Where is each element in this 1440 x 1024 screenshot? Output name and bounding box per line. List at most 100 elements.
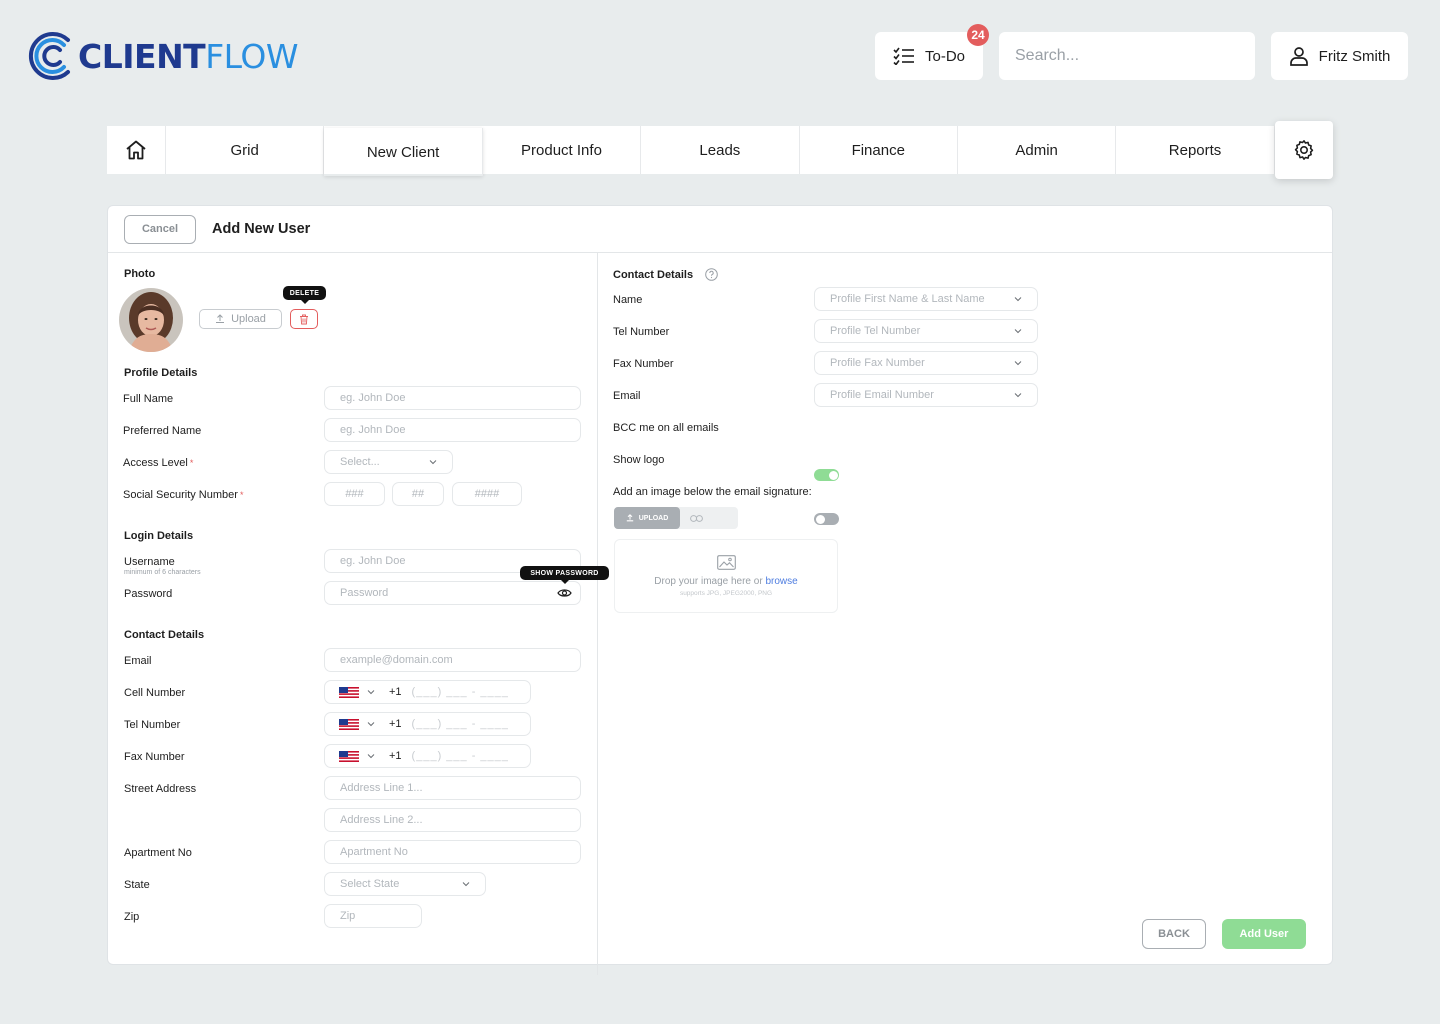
ssn-part3-input[interactable]: #### — [452, 482, 522, 506]
apartment-label: Apartment No — [124, 847, 192, 859]
logo-light-text: FLOW — [205, 36, 298, 76]
ssn-part2-input[interactable]: ## — [392, 482, 444, 506]
chevron-down-icon — [1014, 393, 1022, 398]
tab-grid[interactable]: Grid — [166, 126, 325, 174]
image-dropzone[interactable]: Drop your image here or browse supports … — [614, 539, 838, 613]
password-input[interactable]: Password — [324, 581, 581, 605]
us-flag-icon[interactable] — [339, 750, 359, 762]
upload-label: Upload — [231, 313, 266, 325]
chevron-down-icon — [1014, 329, 1022, 334]
todo-label: To-Do — [924, 47, 965, 65]
profile-name-select[interactable]: Profile First Name & Last Name — [814, 287, 1038, 311]
cell-number-label: Cell Number — [124, 687, 186, 699]
access-level-select[interactable]: Select... — [324, 450, 453, 474]
us-flag-icon[interactable] — [339, 686, 359, 698]
zip-input[interactable]: Zip — [324, 904, 422, 928]
signature-image-label: Add an image below the email signature: — [613, 486, 812, 498]
delete-photo-button[interactable] — [290, 309, 318, 329]
tab-finance[interactable]: Finance — [800, 126, 958, 174]
chevron-down-icon[interactable] — [367, 688, 375, 696]
profile-name-placeholder: Profile First Name & Last Name — [830, 293, 985, 305]
tab-new-client[interactable]: New Client — [324, 128, 483, 176]
browse-link[interactable]: browse — [765, 576, 797, 587]
app-logo[interactable]: CLIENTFLOW — [28, 28, 298, 84]
state-select[interactable]: Select State — [324, 872, 486, 896]
profile-tel-select[interactable]: Profile Tel Number — [814, 319, 1038, 343]
ssn-label: Social Security Number * — [123, 489, 243, 501]
fax-number-label: Fax Number — [124, 751, 185, 763]
chevron-down-icon[interactable] — [367, 720, 375, 728]
todo-count-badge: 24 — [967, 24, 989, 46]
preferred-name-label: Preferred Name — [123, 425, 202, 437]
toggle-knob — [815, 514, 825, 524]
image-icon — [716, 555, 736, 570]
checklist-icon — [893, 47, 914, 65]
required-mark: * — [239, 490, 244, 500]
right-email-label: Email — [613, 390, 641, 402]
tab-leads[interactable]: Leads — [641, 126, 800, 174]
zip-label: Zip — [124, 911, 140, 923]
fax-number-input[interactable]: +1 (___) ___ - ____ — [324, 744, 531, 768]
tel-number-label: Tel Number — [124, 719, 181, 731]
link-tab[interactable] — [680, 507, 738, 529]
us-flag-icon[interactable] — [339, 718, 359, 730]
address-line1-input[interactable]: Address Line 1... — [324, 776, 581, 800]
right-contact-section-title: Contact Details — [613, 268, 718, 281]
chevron-down-icon[interactable] — [367, 752, 375, 760]
eye-icon[interactable] — [557, 588, 572, 598]
back-button[interactable]: BACK — [1142, 919, 1206, 949]
country-code: +1 — [389, 718, 402, 730]
upload-tab[interactable]: UPLOAD — [614, 507, 680, 529]
logo-wordmark: CLIENTFLOW — [78, 37, 298, 76]
profile-email-select[interactable]: Profile Email Number — [814, 383, 1038, 407]
phone-mask: (___) ___ - ____ — [411, 750, 509, 762]
country-code: +1 — [389, 750, 402, 762]
required-mark: * — [189, 458, 194, 468]
cell-number-input[interactable]: +1 (___) ___ - ____ — [324, 680, 531, 704]
bcc-label: BCC me on all emails — [613, 422, 719, 434]
email-label: Email — [124, 655, 152, 667]
link-icon — [690, 514, 703, 522]
show-password-tooltip: SHOW PASSWORD — [520, 566, 609, 584]
tab-reports[interactable]: Reports — [1116, 126, 1275, 174]
todo-button[interactable]: To-Do 24 — [875, 24, 989, 80]
nav-home[interactable] — [107, 126, 166, 174]
add-user-button[interactable]: Add User — [1222, 919, 1306, 949]
bcc-toggle[interactable] — [814, 469, 839, 481]
show-logo-toggle[interactable] — [814, 513, 839, 525]
drop-text-main: Drop your image here or — [654, 576, 763, 587]
tab-product-info[interactable]: Product Info — [483, 126, 642, 174]
panel-header: Cancel Add New User — [108, 206, 1332, 253]
help-icon[interactable] — [705, 268, 718, 281]
address-line2-input[interactable]: Address Line 2... — [324, 808, 581, 832]
profile-fax-select[interactable]: Profile Fax Number — [814, 351, 1038, 375]
access-level-label: Access Level * — [123, 457, 193, 469]
upload-photo-button[interactable]: Upload — [199, 309, 282, 329]
upload-icon — [216, 314, 225, 323]
settings-button[interactable] — [1275, 121, 1333, 179]
profile-section-title: Profile Details — [124, 367, 198, 379]
avatar[interactable] — [119, 288, 183, 352]
avatar-photo-icon — [119, 288, 183, 352]
ssn-part1-input[interactable]: ### — [324, 482, 385, 506]
signature-source-toggle: UPLOAD — [614, 507, 738, 529]
apartment-input[interactable]: Apartment No — [324, 840, 581, 864]
preferred-name-input[interactable]: eg. John Doe — [324, 418, 581, 442]
street-address-label: Street Address — [124, 783, 197, 795]
add-user-panel: Cancel Add New User Photo Upload DELETE … — [107, 205, 1333, 975]
cancel-button[interactable]: Cancel — [124, 214, 196, 244]
tel-number-input[interactable]: +1 (___) ___ - ____ — [324, 712, 531, 736]
user-menu-button[interactable]: Fritz Smith — [1271, 32, 1408, 80]
country-code: +1 — [389, 686, 402, 698]
access-level-placeholder: Select... — [340, 456, 380, 468]
profile-tel-placeholder: Profile Tel Number — [830, 325, 921, 337]
phone-mask: (___) ___ - ____ — [411, 718, 509, 730]
full-name-input[interactable]: eg. John Doe — [324, 386, 581, 410]
password-label: Password — [124, 588, 173, 600]
email-input[interactable]: example@domain.com — [324, 648, 581, 672]
access-level-text: Access Level — [123, 457, 188, 469]
chevron-down-icon — [1014, 361, 1022, 366]
tab-admin[interactable]: Admin — [958, 126, 1117, 174]
search-input[interactable] — [999, 32, 1255, 80]
logo-mark-icon — [28, 32, 70, 80]
